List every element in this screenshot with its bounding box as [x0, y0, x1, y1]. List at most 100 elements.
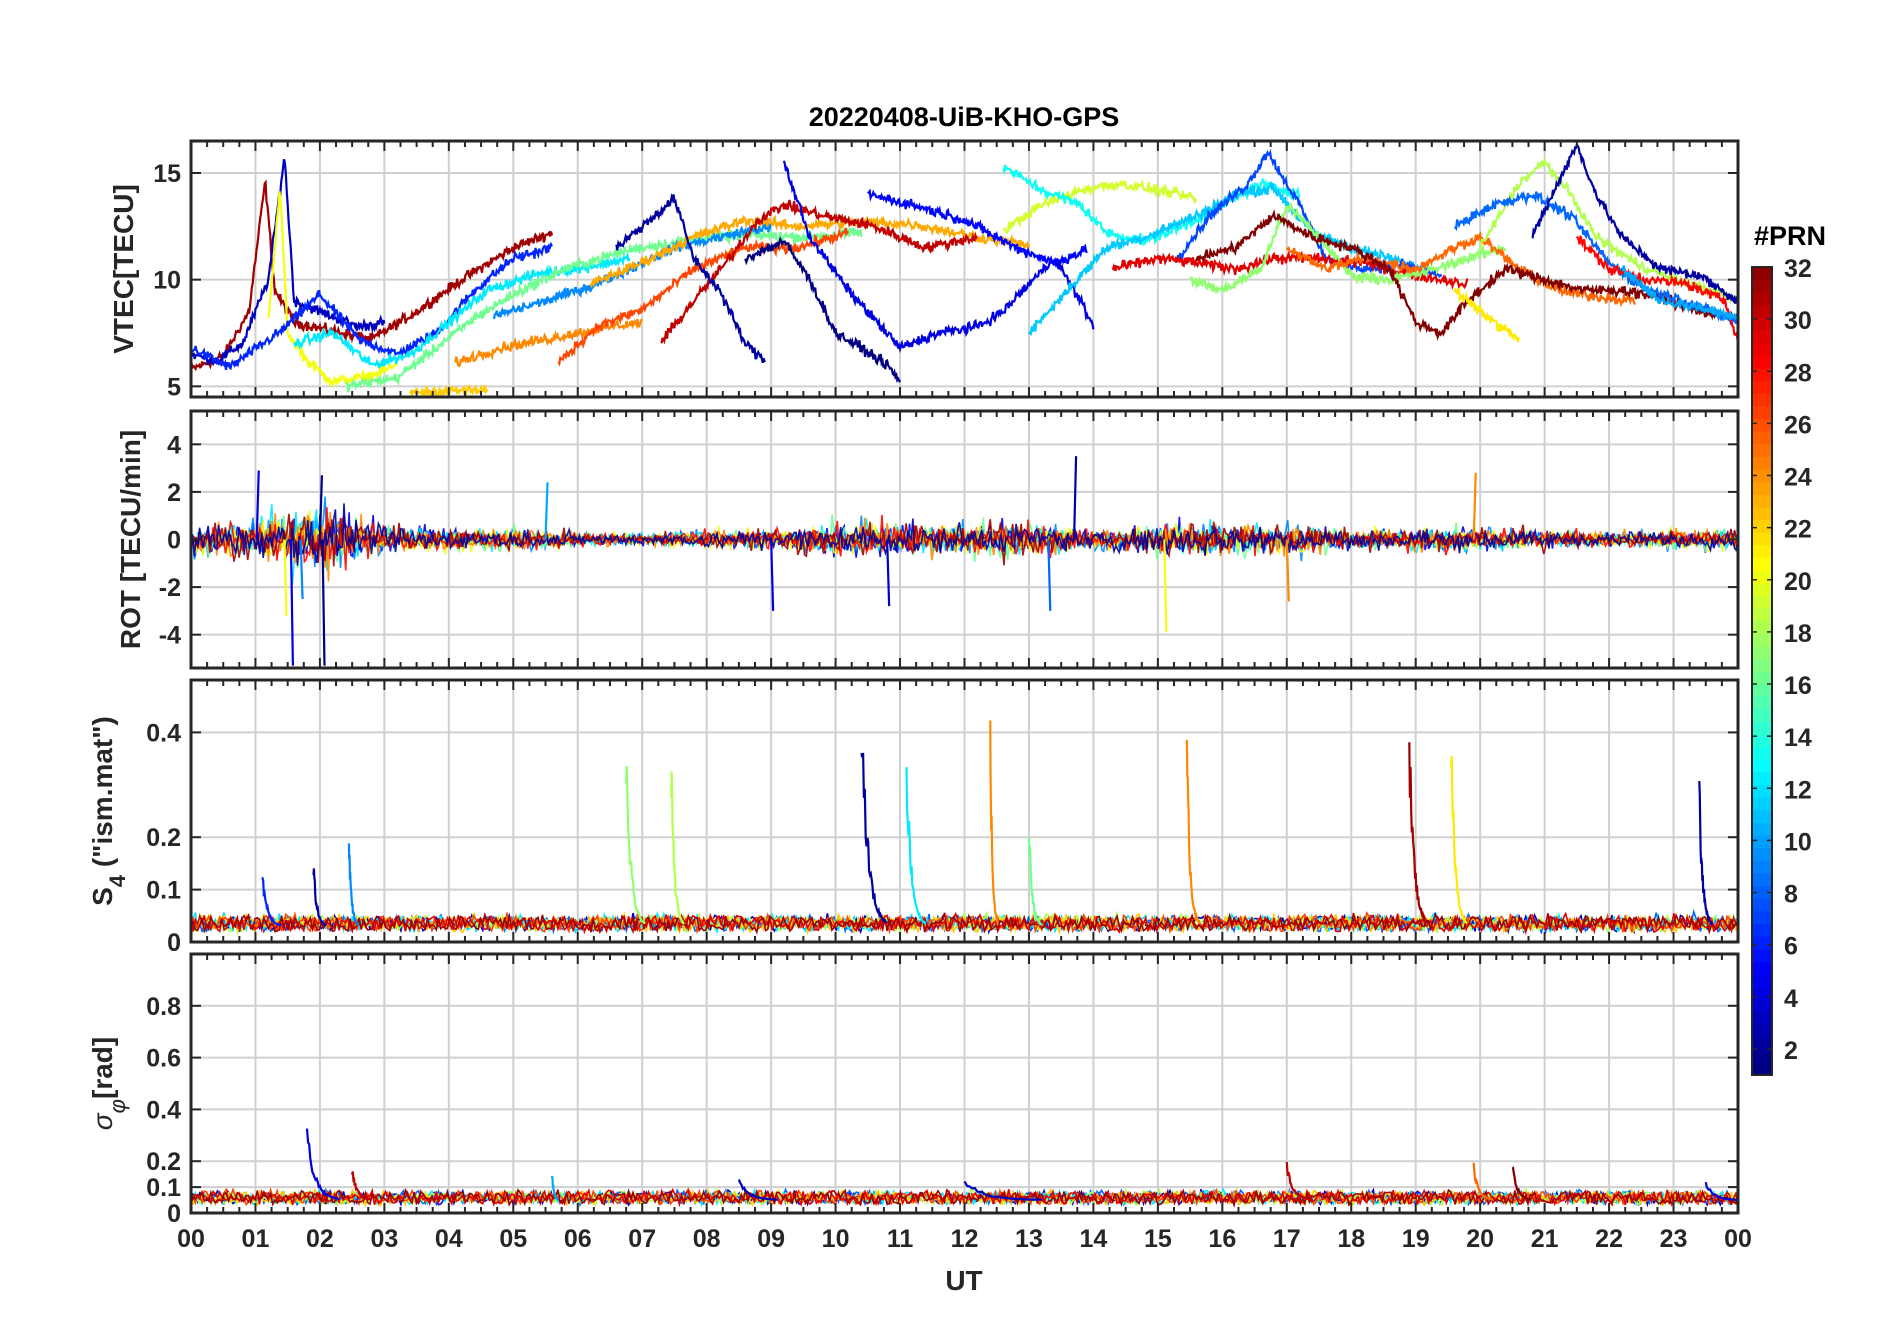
colorbar-swatch	[1752, 481, 1772, 495]
colorbar-tick-label: 28	[1784, 359, 1812, 387]
x-tick-label: 00	[1724, 1225, 1752, 1253]
colorbar-swatch	[1752, 595, 1772, 609]
colorbar-swatch	[1752, 1049, 1772, 1063]
x-tick-label: 07	[628, 1225, 656, 1253]
s4-burst	[347, 843, 360, 927]
y-tick-label: -2	[159, 574, 181, 602]
colorbar-swatch	[1752, 873, 1772, 887]
vtec-series-prn-26	[557, 227, 849, 367]
colorbar-swatch	[1752, 683, 1772, 697]
y-tick-label: 2	[167, 479, 181, 507]
y-tick-label: 0.4	[146, 719, 181, 747]
colorbar-tick-label: 22	[1784, 516, 1812, 544]
colorbar-swatch	[1752, 999, 1772, 1013]
colorbar-swatch	[1752, 809, 1772, 823]
x-tick-label: 05	[499, 1225, 527, 1253]
y-tick-label: 15	[153, 160, 181, 188]
colorbar-swatch	[1752, 974, 1772, 988]
x-tick-label: 04	[435, 1225, 463, 1253]
colorbar-swatch	[1752, 1062, 1772, 1076]
colorbar-swatch	[1752, 506, 1772, 520]
colorbar-swatch	[1752, 797, 1772, 811]
y-tick-label: 0	[167, 929, 181, 957]
colorbar-swatch	[1752, 582, 1772, 596]
x-tick-label: 15	[1144, 1225, 1172, 1253]
s4-burst	[905, 767, 927, 925]
y-tick-label: 0	[167, 1200, 181, 1228]
x-tick-label: 03	[370, 1225, 398, 1253]
y-axis-label: S4 ("ism.mat")	[87, 716, 130, 906]
x-tick-label: 13	[1015, 1225, 1043, 1253]
colorbar-swatch	[1752, 948, 1772, 962]
y-tick-label: 0.2	[146, 824, 181, 852]
colorbar-swatch	[1752, 443, 1772, 457]
y-label-main: σ	[87, 1112, 118, 1130]
colorbar-tick-label: 2	[1784, 1037, 1798, 1065]
x-tick-label: 11	[887, 1225, 914, 1253]
vtec-series-prn-32	[1195, 208, 1738, 341]
colorbar-swatch	[1752, 860, 1772, 874]
y-tick-label: 0.4	[146, 1096, 181, 1124]
colorbar-swatch	[1752, 835, 1772, 849]
s4-burst	[1698, 780, 1713, 926]
rot-spike	[289, 539, 295, 666]
sigphi-burst	[305, 1128, 340, 1200]
colorbar-tick-label: 16	[1784, 672, 1812, 700]
colorbar-swatch	[1752, 910, 1772, 924]
x-tick-label: 19	[1402, 1225, 1430, 1253]
rot-spike	[1163, 539, 1168, 633]
colorbar-swatch	[1752, 570, 1772, 584]
x-tick-label: 01	[242, 1225, 270, 1253]
vtec-series-prn-6	[191, 241, 553, 371]
colorbar: 2468101214161820222426283032	[1751, 255, 1812, 1076]
colorbar-swatch	[1752, 746, 1772, 760]
colorbar-swatch	[1752, 456, 1772, 470]
x-tick-label: 10	[822, 1225, 850, 1253]
y-axis-label: ROT [TECU/min]	[115, 430, 146, 649]
colorbar-swatch	[1752, 342, 1772, 356]
colorbar-tick-label: 24	[1784, 464, 1812, 492]
s4-burst	[1185, 739, 1201, 925]
colorbar-tick-label: 10	[1784, 828, 1812, 856]
s4-burst	[670, 771, 685, 925]
colorbar-swatch	[1752, 772, 1772, 786]
x-tick-label: 17	[1273, 1225, 1301, 1253]
vtec-series-prn-12	[293, 251, 631, 369]
colorbar-swatch	[1752, 645, 1772, 659]
x-tick-label: 00	[177, 1225, 205, 1253]
rot-spike	[886, 539, 891, 607]
x-tick-label: 02	[306, 1225, 334, 1253]
colorbar-swatch	[1752, 544, 1772, 558]
y-tick-label: 0	[167, 527, 181, 555]
colorbar-swatch	[1752, 1011, 1772, 1025]
y-label-sub: φ	[105, 1099, 130, 1113]
colorbar-swatch	[1752, 607, 1772, 621]
colorbar-tick-label: 6	[1784, 933, 1798, 961]
x-tick-label: 09	[757, 1225, 785, 1253]
colorbar-swatch	[1752, 1024, 1772, 1038]
colorbar-swatch	[1752, 431, 1772, 445]
vtec-series-prn-24	[454, 318, 643, 368]
colorbar-swatch	[1752, 380, 1772, 394]
colorbar-swatch	[1752, 961, 1772, 975]
chart-title: 20220408-UiB-KHO-GPS	[809, 102, 1120, 132]
x-axis-label: UT	[945, 1265, 982, 1296]
colorbar-tick-label: 26	[1784, 411, 1812, 439]
x-tick-label: 23	[1660, 1225, 1688, 1253]
s4-burst	[1408, 742, 1429, 925]
y-tick-label: 10	[153, 267, 181, 295]
colorbar-swatch	[1752, 898, 1772, 912]
y-axis-label: VTEC[TECU]	[108, 184, 139, 354]
x-tick-label: 20	[1466, 1225, 1494, 1253]
x-axis: 00 01 02 03 04 05 06 07 08 09 10 11 12 13 14 15 16 17 18 19…	[177, 1225, 1752, 1253]
x-tick-label: 21	[1531, 1225, 1559, 1253]
y-tick-label: 0.8	[146, 993, 181, 1021]
colorbar-swatch	[1752, 279, 1772, 293]
panel-vtec: 5 10 15 VTEC[TECU]	[108, 139, 1740, 401]
colorbar-swatch	[1752, 519, 1772, 533]
vtec-series-prn-21	[1453, 287, 1520, 343]
colorbar-tick-label: 14	[1784, 724, 1812, 752]
y-label-rest: [rad]	[87, 1037, 118, 1099]
figure: 20220408-UiB-KHO-GPS 5 10 15 VTEC[TECU] -4 -2…	[87, 102, 1826, 1296]
s4-burst	[989, 720, 999, 925]
